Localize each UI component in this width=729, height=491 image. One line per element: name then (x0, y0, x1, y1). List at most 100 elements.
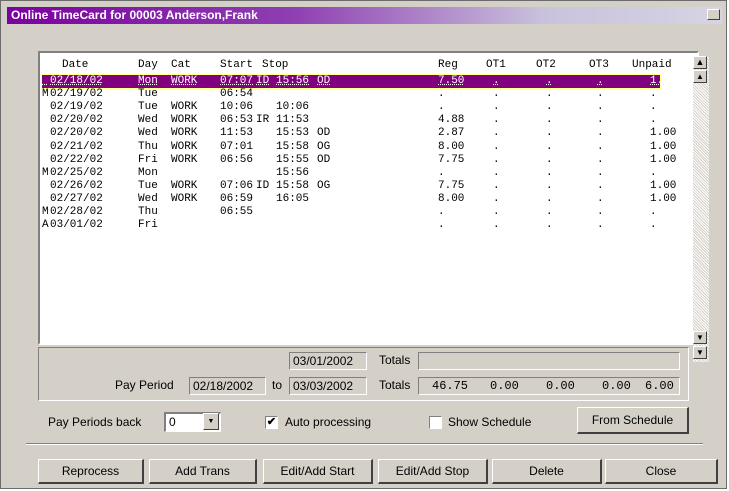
table-row[interactable]: M 02/19/02 Tue 06:54..... (42, 88, 660, 101)
row-reg: 7.50 (438, 75, 465, 87)
auto-processing-checkbox[interactable]: ✔ (265, 416, 278, 429)
row-ot2: . (546, 114, 553, 127)
row-date: 02/19/02 (50, 88, 103, 101)
period-end-field: 03/03/2002 (289, 377, 367, 395)
row-stop: 15:55 (276, 153, 310, 166)
total-ot1: 0.00 (490, 379, 519, 393)
col-header-ot1[interactable]: OT1 (486, 59, 506, 71)
col-header-date[interactable]: Date (62, 59, 88, 71)
auto-processing-label[interactable]: Auto processing (285, 415, 371, 429)
row-stop-flag: OG (317, 179, 331, 192)
row-date: 02/28/02 (50, 206, 103, 218)
delete-label: Delete (529, 464, 564, 478)
row-ot1: . (493, 206, 500, 218)
timecard-list[interactable]: Date Day Cat Start Stop Reg OT1 OT2 OT3 … (38, 51, 699, 345)
table-row[interactable]: 02/27/02 Wed WORK 06:59 16:05 8.00... 1.00 (42, 192, 676, 206)
row-ot2: . (546, 140, 553, 153)
row-unpaid: . (650, 219, 657, 232)
table-row[interactable]: 02/21/02 Thu WORK 07:01 15:58 OG 8.00... 1.00 (42, 140, 676, 154)
scroll-bottom-icon[interactable]: ▼ (693, 346, 707, 359)
row-ot1: . (493, 192, 500, 205)
row-reg: . (438, 88, 445, 101)
table-row[interactable]: 02/19/02 Tue WORK 10:06 10:06..... (42, 101, 660, 114)
total-ot2: 0.00 (546, 379, 575, 393)
table-row[interactable]: 02/20/02 Wed WORK 11:53 15:53 OD 2.87... 1.00 (42, 127, 676, 140)
period-start-field: 02/18/2002 (189, 377, 266, 395)
period-totals-field: 46.75 0.00 0.00 0.00 6.00 (418, 377, 680, 395)
row-unpaid: . (650, 114, 657, 127)
col-header-start[interactable]: Start (220, 59, 253, 71)
row-stop: 15:58 (276, 179, 310, 192)
row-flag (42, 193, 49, 205)
close-box-icon[interactable] (707, 9, 720, 20)
add-trans-button[interactable]: Add Trans (149, 459, 257, 484)
col-header-stop[interactable]: Stop (262, 59, 288, 71)
col-header-reg[interactable]: Reg (438, 59, 458, 71)
table-row[interactable]: 02/26/02 Tue WORK 07:06 ID 15:58 OG 7.75... 1.00 (42, 179, 676, 193)
row-reg: . (438, 101, 445, 114)
row-start-flag: ID (256, 179, 270, 192)
row-reg: . (438, 219, 445, 232)
reprocess-button[interactable]: Reprocess (38, 459, 144, 484)
row-flag: M (42, 166, 49, 179)
row-unpaid: 1.00 (650, 140, 677, 153)
row-cat: WORK (171, 127, 198, 140)
col-header-cat[interactable]: Cat (171, 59, 191, 71)
show-schedule-label[interactable]: Show Schedule (448, 415, 531, 429)
row-cat: WORK (171, 179, 198, 192)
row-ot1: . (493, 179, 500, 192)
table-row[interactable]: A 03/01/02 Fri..... (42, 219, 660, 232)
row-start: 06:56 (220, 153, 254, 166)
checkmark-icon: ✔ (266, 416, 277, 428)
dropdown-arrow-icon[interactable]: ▼ (203, 413, 219, 430)
row-date: 02/27/02 (50, 192, 103, 205)
row-ot3: . (597, 88, 604, 101)
row-ot1: . (493, 127, 500, 140)
scroll-down-icon[interactable]: ▼ (693, 331, 707, 344)
separator (26, 443, 703, 445)
col-header-ot2[interactable]: OT2 (536, 59, 556, 71)
table-row[interactable]: 02/18/02 Mon WORK 07:07 ID 15:56 OD 7.50... 1.00 (41, 74, 676, 89)
row-date: 02/26/02 (50, 179, 103, 192)
row-cat: WORK (171, 101, 198, 114)
row-stop-flag: OD (317, 75, 331, 87)
delete-button[interactable]: Delete (492, 459, 602, 484)
table-row[interactable]: 02/20/02 Wed WORK 06:53 IR 11:53 4.88.... (42, 114, 660, 127)
row-reg: . (438, 166, 445, 179)
row-start: 07:06 (220, 179, 254, 192)
col-header-ot3[interactable]: OT3 (589, 59, 609, 71)
row-start-flag: ID (256, 75, 270, 87)
from-schedule-label: From Schedule (591, 413, 674, 427)
row-start: 06:53 (220, 114, 254, 127)
row-ot1: . (493, 153, 500, 166)
col-header-unpaid[interactable]: Unpaid (632, 59, 672, 71)
close-button[interactable]: Close (605, 459, 718, 484)
row-start: 06:55 (220, 206, 254, 218)
row-day: Tue (138, 179, 158, 192)
edit-add-stop-button[interactable]: Edit/Add Stop (378, 459, 488, 484)
total-ot3: 0.00 (602, 379, 631, 393)
col-header-day[interactable]: Day (138, 59, 158, 71)
row-start: 11:53 (220, 127, 254, 140)
period-totals-label: Totals (379, 378, 411, 392)
total-unpaid: 6.00 (645, 379, 674, 393)
column-sort-icon[interactable]: ▲ (693, 56, 707, 69)
edit-add-start-button[interactable]: Edit/Add Start (263, 459, 373, 484)
table-row[interactable]: 02/22/02 Fri WORK 06:56 15:55 OD 7.75... 1.00 (42, 153, 676, 167)
row-stop: 11:53 (276, 114, 310, 127)
row-date: 02/18/02 (50, 75, 103, 87)
row-date: 02/25/02 (50, 166, 103, 179)
table-row[interactable]: M 02/25/02 Mon 15:56..... (42, 167, 660, 180)
scroll-up-icon[interactable]: ▲ (693, 70, 707, 83)
pay-periods-back-label: Pay Periods back (48, 415, 142, 429)
list-scrollbar[interactable] (693, 56, 709, 362)
table-row[interactable]: M 02/28/02 Thu 06:55..... (42, 206, 660, 219)
row-ot1: . (493, 75, 500, 87)
row-reg: 8.00 (438, 140, 465, 153)
show-schedule-checkbox[interactable] (429, 416, 442, 429)
row-ot1: . (493, 114, 500, 127)
edit-add-stop-label: Edit/Add Stop (395, 464, 470, 478)
row-unpaid: 1.00 (650, 179, 677, 192)
from-schedule-button[interactable]: From Schedule (577, 407, 689, 434)
row-day: Tue (138, 101, 158, 114)
